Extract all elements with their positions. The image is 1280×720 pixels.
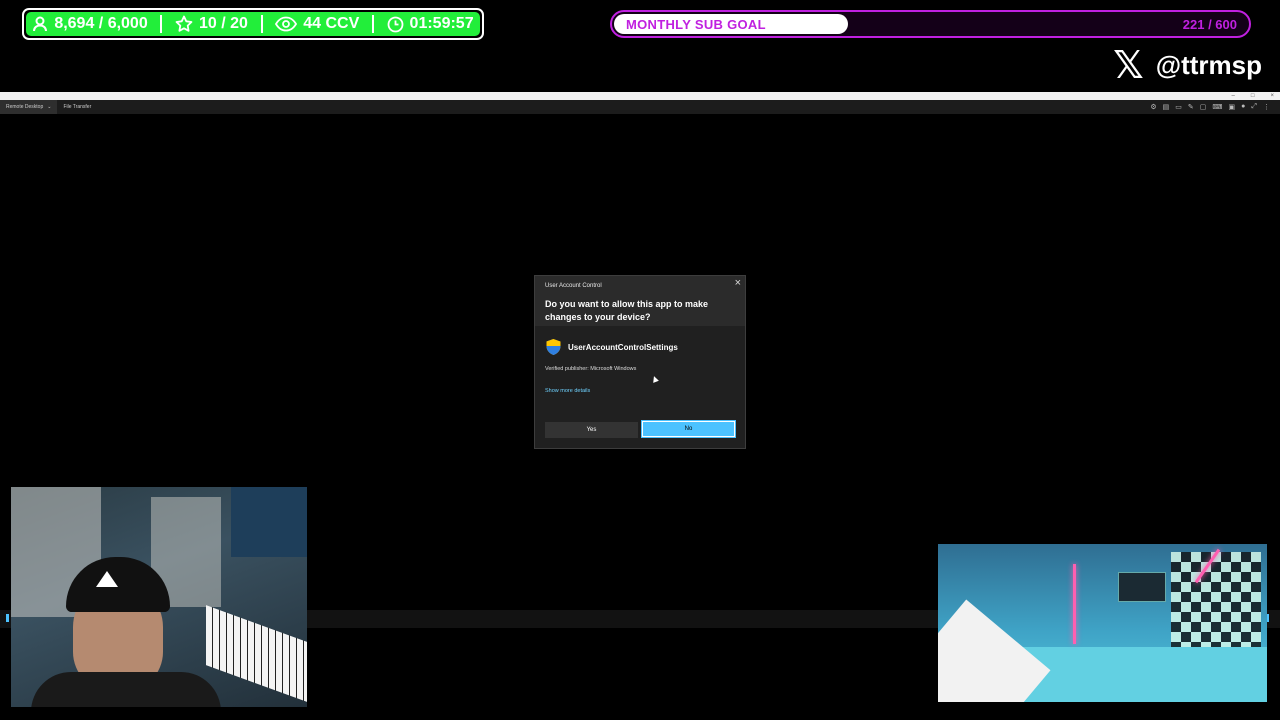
remote-desktop-toolbar: ⚙ ▤ ▭ ✎ ▢ ⌨ ▣ ● ⤢ ⋮ [1150,103,1270,111]
close-icon[interactable]: × [1270,93,1274,99]
neon-light [1073,564,1076,644]
remote-desktop-titlebar: – □ × [0,92,1280,100]
screenshot-icon[interactable]: ▣ [1229,103,1236,111]
tv-screen [1118,572,1166,602]
uptime-value: 01:59:57 [409,15,474,32]
followers-stat: 8,694 / 6,000 [32,15,148,33]
uac-question: Do you want to allow this app to make ch… [545,299,709,322]
pen-icon[interactable]: ✎ [1188,103,1194,111]
sub-goal-label: MONTHLY SUB GOAL [626,17,766,32]
subs-value: 10 / 20 [199,15,248,32]
room-camera-feed [938,544,1267,702]
maximize-icon[interactable]: □ [1251,93,1255,99]
tab-remote-desktop[interactable]: Remote Desktop ⌄ [0,100,58,114]
uac-app-name: UserAccountControlSettings [568,342,678,352]
shield-icon [546,339,561,355]
streamer-shirt [31,672,221,707]
viewers-stat: 44 CCV [275,15,359,33]
webcam-feed [11,487,307,707]
person-icon [33,16,48,32]
social-handle-text: @ttrmsp [1155,49,1262,80]
uac-publisher: Verified publisher: Microsoft Windows [545,366,637,372]
show-more-details-link[interactable]: Show more details [545,388,590,394]
remote-desktop-tabbar: Remote Desktop ⌄ File Transfer ⚙ ▤ ▭ ✎ ▢… [0,100,1280,114]
subs-stat: 10 / 20 [175,15,248,33]
minimize-icon[interactable]: – [1232,93,1235,99]
close-icon[interactable]: × [735,277,741,289]
settings-icon[interactable]: ⚙ [1150,103,1156,111]
uac-dialog-title: User Account Control [545,283,602,289]
stat-divider [371,15,374,33]
stat-divider [160,15,163,33]
stream-stats-inner: 8,694 / 6,000 10 / 20 44 CCV 01:59:57 [26,12,480,36]
tab-file-transfer[interactable]: File Transfer [57,100,97,114]
record-icon[interactable]: ● [1241,103,1245,111]
piano-keyboard [206,605,307,707]
uac-dialog: × User Account Control Do you want to al… [534,275,746,449]
x-logo-icon: 𝕏 [1113,43,1144,87]
no-button[interactable]: No [641,420,736,438]
wall-panel [231,487,307,557]
stat-divider [260,15,263,33]
social-handle: 𝕏 @ttrmsp [1113,46,1262,84]
uac-app-row: UserAccountControlSettings [545,338,678,356]
taskbar-indicator [6,614,9,622]
yes-button[interactable]: Yes [545,422,638,438]
star-icon [175,15,193,32]
chat-icon[interactable]: ▢ [1200,103,1207,111]
followers-value: 8,694 / 6,000 [54,15,148,32]
tab-file-transfer-label: File Transfer [63,104,92,110]
cap-logo-icon [96,571,118,587]
monitor-icon[interactable]: ▭ [1175,103,1182,111]
sub-goal-count: 221 / 600 [1182,17,1237,32]
fullscreen-icon[interactable]: ⤢ [1251,103,1257,111]
stream-stats-bar: 8,694 / 6,000 10 / 20 44 CCV 01:59:57 [22,8,484,40]
window-controls[interactable]: – □ × [1232,93,1274,99]
checker-panel [1171,552,1261,662]
sub-goal-bar: MONTHLY SUB GOAL 221 / 600 [610,10,1251,38]
chevron-down-icon: ⌄ [47,104,52,110]
keyboard-icon[interactable]: ⌨ [1212,103,1222,111]
clock-icon [387,16,403,32]
more-icon[interactable]: ⋮ [1263,103,1270,111]
layout-icon[interactable]: ▤ [1163,103,1170,111]
eye-icon [275,16,298,32]
tab-remote-desktop-label: Remote Desktop [6,104,44,110]
viewers-value: 44 CCV [303,15,360,32]
uptime-stat: 01:59:57 [387,15,474,33]
